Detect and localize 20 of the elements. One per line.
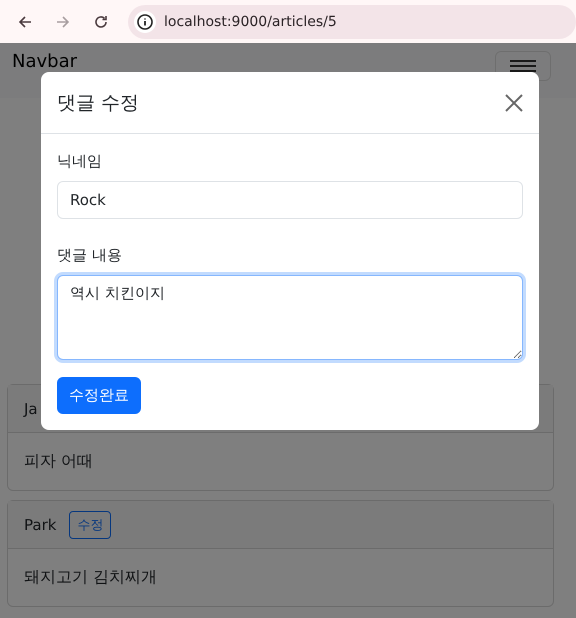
field-label: 댓글 내용 (57, 246, 123, 265)
menu-icon (510, 60, 536, 72)
submit-button[interactable]: 수정완료 (57, 377, 141, 414)
comment-field[interactable]: 역시 치킨이지 (57, 275, 523, 360)
navbar-brand[interactable]: Navbar (12, 51, 78, 72)
address-bar[interactable]: localhost:9000/articles/5 (128, 4, 576, 38)
field-label: 닉네임 (57, 152, 103, 171)
url-text: localhost:9000/articles/5 (164, 14, 337, 30)
back-arrow-icon (17, 14, 33, 30)
comment-author: Park (24, 516, 56, 534)
reload-icon (93, 14, 109, 30)
nickname-field[interactable]: Rock (57, 181, 523, 219)
forward-arrow-icon (55, 14, 71, 30)
comment-author: Ja (24, 400, 38, 418)
info-icon[interactable] (134, 10, 156, 32)
close-button[interactable] (503, 92, 525, 114)
close-icon (503, 92, 525, 114)
dialog-title: 댓글 수정 (57, 90, 140, 116)
comment-text: 돼지고기 김치찌개 (24, 567, 158, 588)
comment-text: 피자 어때 (24, 451, 94, 472)
